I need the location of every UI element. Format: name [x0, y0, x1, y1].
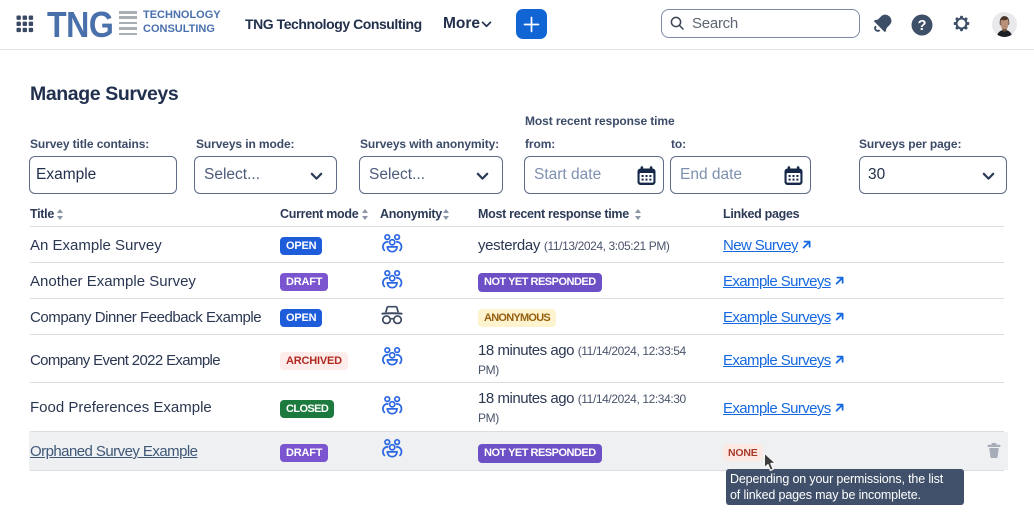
svg-text:?: ?: [918, 18, 927, 34]
